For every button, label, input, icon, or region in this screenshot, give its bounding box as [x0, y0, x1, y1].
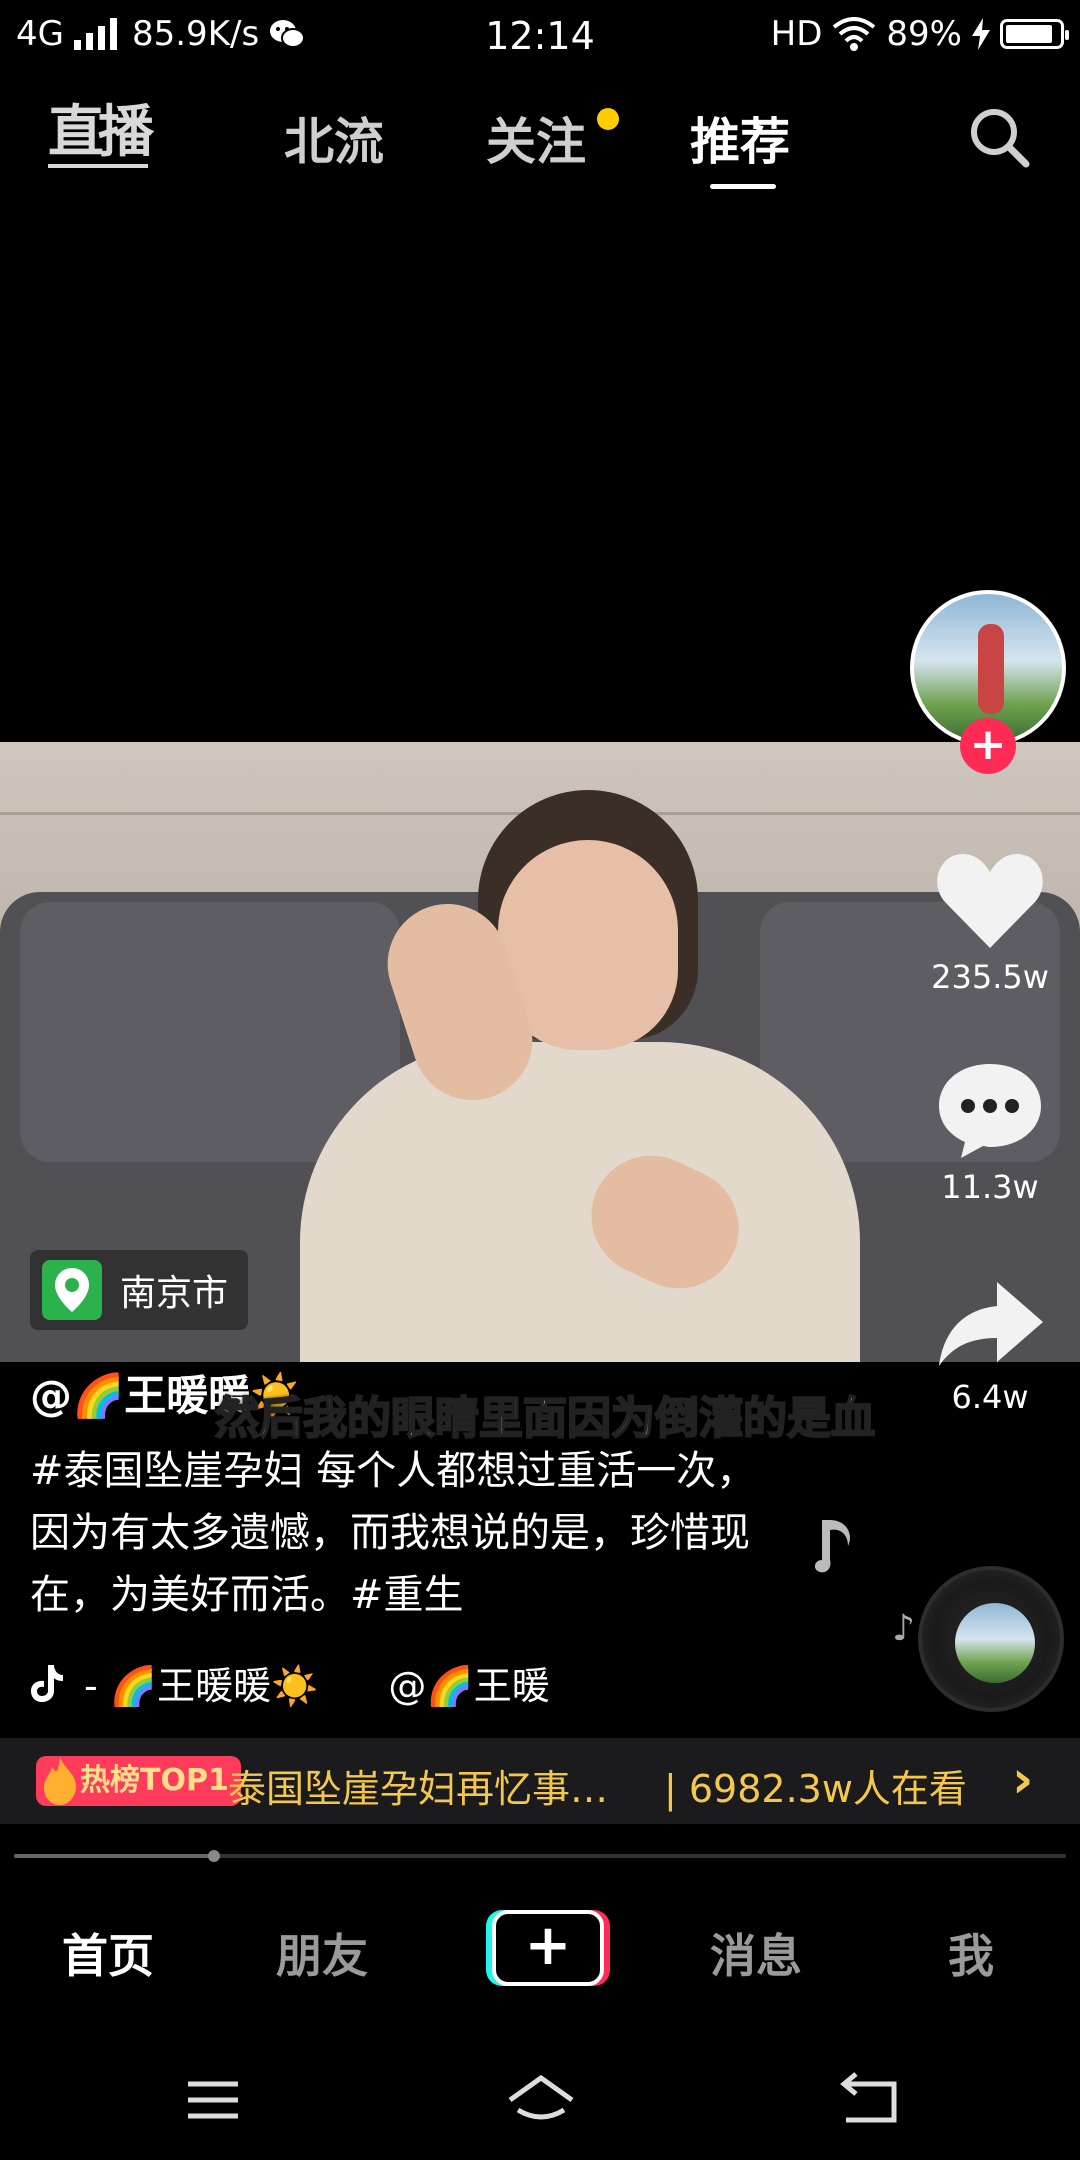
video-progress-knob[interactable]	[207, 1850, 220, 1862]
home-icon[interactable]	[496, 2070, 586, 2130]
comment-icon	[939, 1064, 1041, 1158]
battery-percent: 89%	[886, 14, 962, 54]
menu-icon[interactable]	[168, 2070, 258, 2130]
status-right: HD 89%	[770, 14, 1069, 54]
nav-friends[interactable]: 朋友	[276, 1920, 368, 1986]
tab-following[interactable]: 关注	[486, 102, 586, 174]
music-info[interactable]: - 🌈王暖暖☀️ @🌈王暖	[30, 1655, 550, 1710]
hot-rank-title: 泰国坠崖孕妇再忆事…	[228, 1767, 609, 1811]
music-disc-cover	[955, 1603, 1035, 1683]
floating-music-note-icon	[814, 1520, 850, 1573]
active-tab-indicator	[710, 184, 776, 189]
location-tag[interactable]: 南京市	[30, 1250, 249, 1330]
like-button[interactable]: 235.5w	[920, 850, 1060, 996]
plus-icon: +	[492, 1910, 604, 1986]
flame-icon	[44, 1757, 76, 1805]
create-button[interactable]: +	[486, 1910, 610, 1986]
comment-count: 11.3w	[941, 1168, 1039, 1206]
disc-music-note-icon: ♪	[892, 1608, 915, 1649]
share-count: 6.4w	[951, 1378, 1029, 1416]
music-mention: @🌈王暖	[388, 1664, 550, 1708]
music-disc[interactable]	[918, 1566, 1064, 1712]
search-icon[interactable]	[966, 104, 1032, 170]
chevron-right-icon: ›	[1012, 1750, 1034, 1810]
hd-indicator: HD	[770, 14, 823, 54]
location-pin-icon	[42, 1260, 102, 1320]
tab-beiliu[interactable]: 北流	[284, 102, 384, 174]
video-description[interactable]: #泰国坠崖孕妇 每个人都想过重活一次，因为有太多遗憾，而我想说的是，珍惜现在，为…	[30, 1440, 790, 1626]
charging-icon	[972, 18, 990, 50]
following-notification-dot	[597, 108, 619, 130]
nav-me[interactable]: 我	[948, 1920, 994, 1986]
hot-rank-viewers: | 6982.3w人在看	[664, 1767, 967, 1811]
hot-rank-bar[interactable]: 热榜TOP1 泰国坠崖孕妇再忆事… | 6982.3w人在看 ›	[0, 1738, 1080, 1824]
music-author: - 🌈王暖暖☀️	[84, 1664, 319, 1708]
video-person-body	[300, 1042, 860, 1362]
top-tab-bar: 直播 北流 关注 推荐	[0, 90, 1080, 200]
video-subtitle: 然后我的眼睛里面因为倒灌的是血	[214, 1392, 876, 1445]
system-nav-bar	[0, 2040, 1080, 2160]
nav-home[interactable]: 首页	[62, 1920, 154, 1986]
tiktok-music-icon	[31, 1664, 63, 1702]
bottom-nav: 首页 朋友 + 消息 我	[0, 1880, 1080, 2020]
nav-messages[interactable]: 消息	[710, 1920, 802, 1986]
like-count: 235.5w	[931, 958, 1049, 996]
comment-button[interactable]: 11.3w	[920, 1060, 1060, 1206]
location-label: 南京市	[120, 1273, 229, 1314]
tab-recommended[interactable]: 推荐	[690, 102, 790, 174]
avatar-figure	[978, 624, 1004, 714]
wifi-icon	[833, 17, 876, 51]
battery-icon	[1000, 19, 1069, 49]
live-button[interactable]: 直播	[48, 102, 154, 168]
heart-icon	[937, 854, 1043, 948]
video-progress-fill	[14, 1854, 214, 1858]
follow-button[interactable]: +	[960, 718, 1016, 774]
share-icon	[939, 1282, 1043, 1366]
back-icon[interactable]	[824, 2070, 914, 2130]
status-bar: 4G 85.9K/s 12:14 HD 89%	[0, 0, 1080, 72]
share-button[interactable]: 6.4w	[920, 1280, 1060, 1416]
video-progress-bar[interactable]	[14, 1850, 1066, 1862]
